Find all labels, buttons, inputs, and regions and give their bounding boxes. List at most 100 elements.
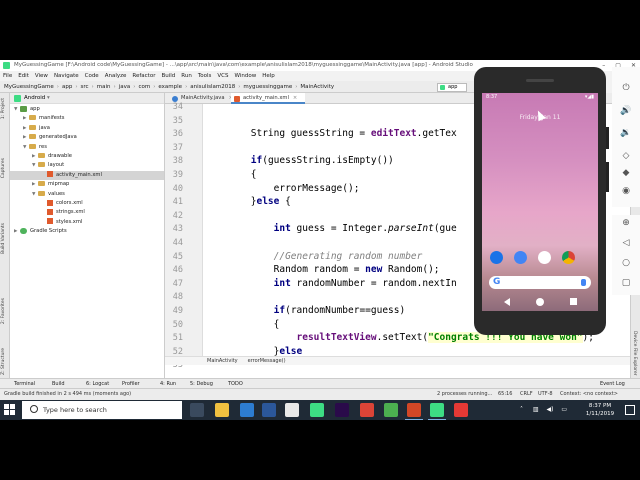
tree-item[interactable]: colors.xml [10, 199, 164, 208]
powerpoint-icon[interactable] [405, 403, 423, 420]
task-view-icon[interactable] [190, 403, 204, 417]
menu-file[interactable]: File [3, 73, 12, 79]
camtasia-icon[interactable] [310, 403, 324, 417]
breadcrumb-item[interactable]: myguessinggame [243, 84, 292, 90]
folder-icon [38, 162, 45, 168]
menu-help[interactable]: Help [262, 73, 275, 79]
nav-back-icon[interactable] [504, 298, 510, 306]
tree-item[interactable]: ▶ manifests [10, 114, 164, 123]
taskbar-search[interactable]: Type here to search [22, 401, 182, 419]
word-icon[interactable] [262, 403, 276, 417]
phone-app-icon[interactable] [490, 251, 503, 264]
menu-refactor[interactable]: Refactor [132, 73, 155, 79]
camera-icon[interactable]: ◉ [620, 185, 632, 197]
breadcrumb-item[interactable]: src [81, 84, 89, 90]
phone-home-screen[interactable]: 8:37 ▾◢▮ Friday, Jan 11 G [482, 93, 598, 311]
chevron-up-icon[interactable]: ˄ [520, 406, 523, 413]
google-search-bar[interactable]: G [489, 276, 591, 289]
menu-window[interactable]: Window [235, 73, 257, 79]
volume-icon[interactable]: ◀) [547, 406, 554, 413]
device-file-explorer-tab[interactable]: Device File Explorer [632, 331, 637, 376]
tree-item[interactable]: strings.xml [10, 208, 164, 217]
tree-item[interactable]: ▶ mipmap [10, 180, 164, 189]
caret-position[interactable]: 65:16 [498, 389, 512, 400]
other-app-icon[interactable] [384, 403, 398, 417]
overview-icon[interactable]: ▢ [620, 277, 632, 289]
android-studio-icon[interactable] [428, 403, 446, 420]
file-encoding[interactable]: UTF-8 [538, 389, 553, 400]
project-view-select[interactable]: Android ▾ [10, 93, 164, 104]
breadcrumb-item[interactable]: anisulislam2018 [190, 84, 235, 90]
volume-down-icon[interactable]: 🔉 [620, 127, 632, 139]
left-tab-3[interactable]: 2: Favorites [1, 298, 6, 324]
mic-icon[interactable] [581, 279, 586, 286]
home-icon[interactable]: ○ [620, 257, 632, 269]
left-tab-2[interactable]: Build Variants [1, 223, 6, 254]
tree-item[interactable]: activity_main.xml [10, 170, 164, 181]
taskbar-clock[interactable]: 8:37 PM 1/11/2019 [580, 402, 620, 418]
store-icon[interactable] [240, 403, 254, 417]
code-line: int randomNumber = random.nextIn [205, 278, 457, 289]
tree-item[interactable]: ▶ java [10, 124, 164, 133]
breadcrumb-item[interactable]: com [138, 84, 150, 90]
breadcrumb-item[interactable]: MyGuessingGame [4, 84, 54, 90]
left-tab-4[interactable]: Z: Structure [1, 348, 6, 375]
start-button[interactable] [4, 404, 16, 416]
left-tab-1[interactable]: Captures [1, 158, 6, 178]
processes-running[interactable]: 2 processes running... [437, 389, 492, 400]
code-crumb[interactable]: errorMessage() [248, 358, 286, 364]
tree-item[interactable]: styles.xml [10, 218, 164, 227]
volume-up-icon[interactable]: 🔊 [620, 105, 632, 117]
code-crumb[interactable]: MainActivity [207, 358, 238, 364]
messages-app-icon[interactable] [514, 251, 527, 264]
tree-item-label: values [48, 190, 65, 197]
keyword: int [273, 223, 291, 235]
line-separator[interactable]: CRLF [520, 389, 533, 400]
breadcrumb-item[interactable]: java [119, 84, 131, 90]
power-icon[interactable]: ⏻ [620, 82, 632, 94]
breadcrumb-item[interactable]: main [97, 84, 111, 90]
menu-build[interactable]: Build [161, 73, 175, 79]
breadcrumb-item[interactable]: app [62, 84, 72, 90]
tree-item[interactable]: ▼ values [10, 190, 164, 199]
file-explorer-icon[interactable] [215, 403, 229, 417]
menu-view[interactable]: View [35, 73, 48, 79]
zoom-icon[interactable]: ⊕ [620, 217, 632, 229]
back-icon[interactable]: ◁ [620, 237, 632, 249]
tree-item[interactable]: ▶ generatedJava [10, 133, 164, 142]
tree-item[interactable]: ▼ app [10, 105, 164, 114]
play-store-icon[interactable] [538, 251, 551, 264]
menu-code[interactable]: Code [85, 73, 99, 79]
recorder-icon[interactable] [454, 403, 468, 417]
tree-item[interactable]: ▼ layout [10, 161, 164, 170]
nav-home-icon[interactable] [536, 298, 544, 306]
nav-overview-icon[interactable] [570, 298, 577, 305]
tab-xml[interactable]: activity_main.xml × [231, 93, 306, 104]
code-token: errorMessage(); [205, 182, 360, 194]
chrome-icon[interactable] [562, 251, 575, 264]
notification-icon[interactable] [625, 405, 635, 415]
notepad-icon[interactable] [285, 403, 299, 417]
rotate-left-icon[interactable]: ◇ [620, 150, 632, 162]
breadcrumb-separator-icon: › [113, 84, 116, 90]
breadcrumb-item[interactable]: MainActivity [300, 84, 334, 90]
tree-item[interactable]: ▶ drawable [10, 152, 164, 161]
network-icon[interactable]: ▥ [533, 406, 539, 413]
close-icon[interactable]: × [293, 95, 297, 101]
menu-edit[interactable]: Edit [18, 73, 29, 79]
tree-item[interactable]: ▶ Gradle Scripts [10, 227, 164, 236]
premiere-icon[interactable] [335, 403, 349, 417]
menu-tools[interactable]: Tools [198, 73, 212, 79]
menu-analyze[interactable]: Analyze [105, 73, 127, 79]
left-tab-0[interactable]: 1: Project [1, 98, 6, 119]
tree-item[interactable]: ▼ res [10, 143, 164, 152]
minimize-icon[interactable]: – [602, 62, 605, 69]
chrome-icon[interactable] [360, 403, 374, 417]
breadcrumb-item[interactable]: example [158, 84, 182, 90]
menu-run[interactable]: Run [181, 73, 192, 79]
rotate-right-icon[interactable]: ◆ [620, 167, 632, 179]
menu-navigate[interactable]: Navigate [54, 73, 79, 79]
menu-vcs[interactable]: VCS [217, 73, 228, 79]
run-configuration-select[interactable]: app [437, 83, 467, 92]
keyboard-icon[interactable]: ▭ [561, 406, 567, 413]
